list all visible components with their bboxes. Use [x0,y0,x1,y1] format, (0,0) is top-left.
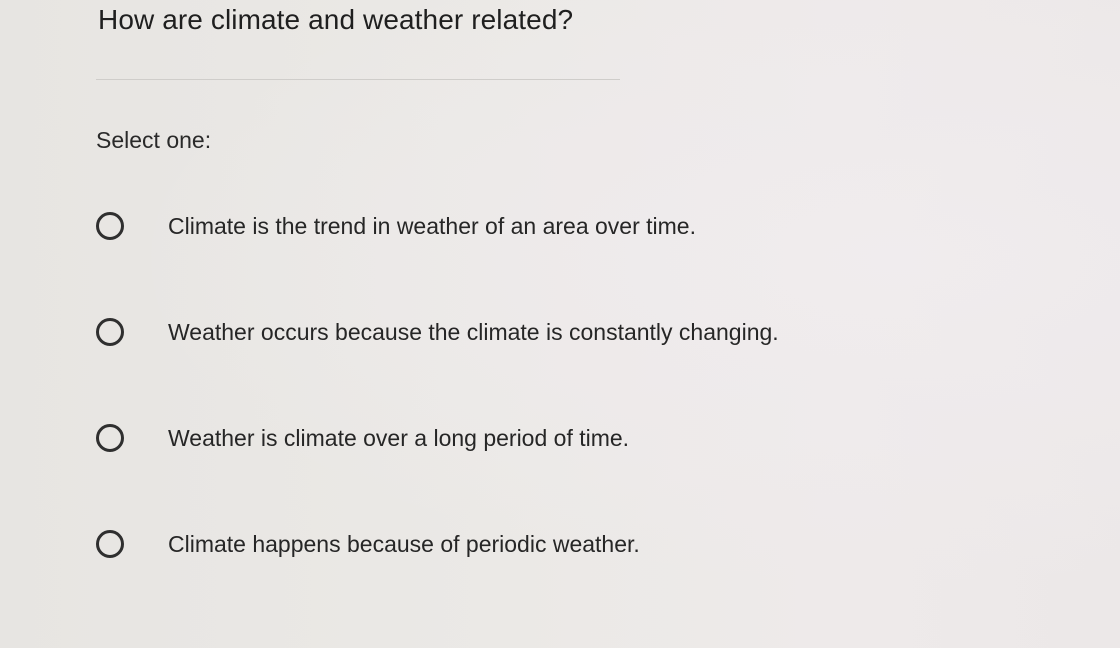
answer-option-4-label[interactable]: Climate happens because of periodic weat… [168,530,640,558]
radio-button-3[interactable] [96,424,124,452]
question-divider [96,79,620,80]
radio-button-1[interactable] [96,212,124,240]
radio-button-4[interactable] [96,530,124,558]
answer-option-2-label[interactable]: Weather occurs because the climate is co… [168,318,779,346]
answer-option-1-label[interactable]: Climate is the trend in weather of an ar… [168,212,696,240]
select-one-prompt: Select one: [96,127,212,153]
radio-button-2[interactable] [96,318,124,346]
question-text: How are climate and weather related? [98,4,574,35]
answer-option-1[interactable]: Climate is the trend in weather of an ar… [92,206,696,246]
answer-option-2[interactable]: Weather occurs because the climate is co… [92,312,779,352]
answer-option-4[interactable]: Climate happens because of periodic weat… [92,524,640,564]
answer-option-3-label[interactable]: Weather is climate over a long period of… [168,424,629,452]
answer-option-3[interactable]: Weather is climate over a long period of… [92,418,629,458]
